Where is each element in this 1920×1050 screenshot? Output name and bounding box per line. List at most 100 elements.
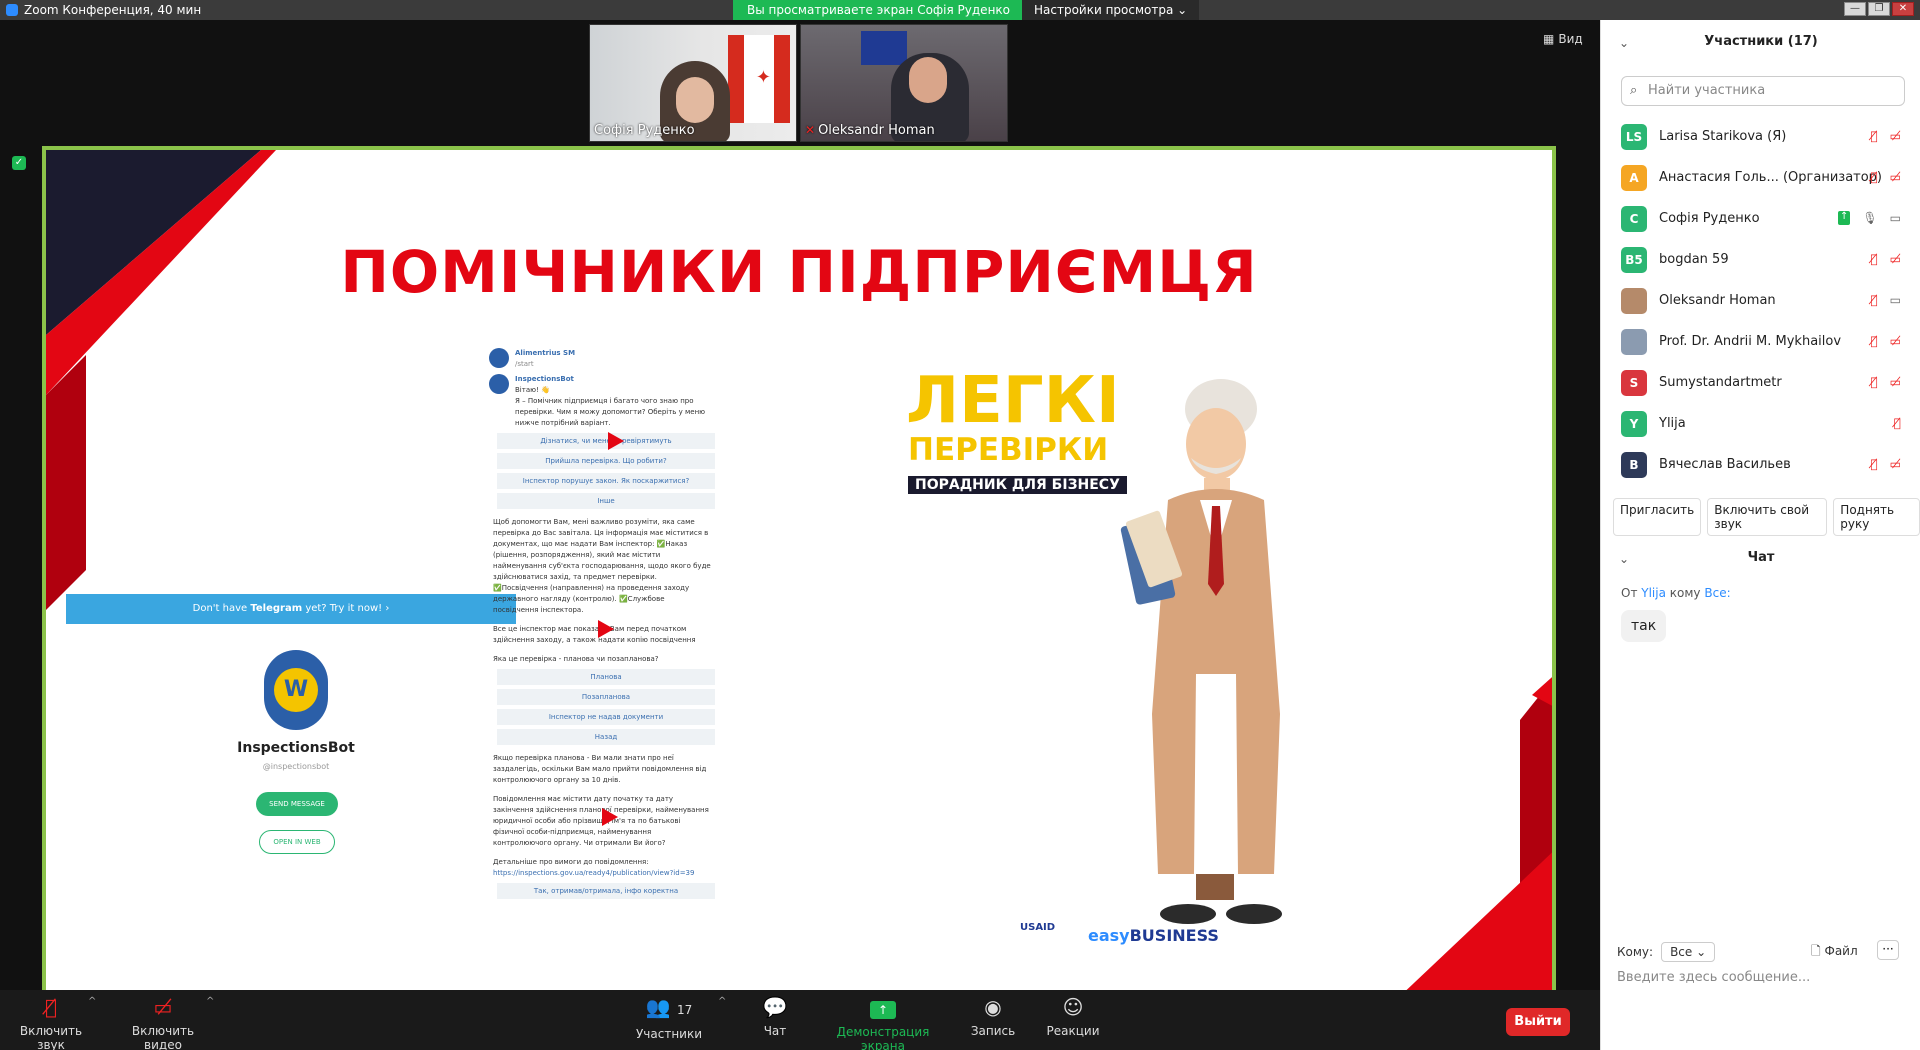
keyboard-button: Позапланова (497, 689, 715, 705)
meeting-area: ✦ Софія Руденко ✕ Oleksandr Homan ▦ Вид ✓ … (0, 20, 1600, 996)
participants-options-caret[interactable]: ^ (718, 996, 726, 1007)
red-arrow-icon (608, 432, 624, 450)
security-shield-icon[interactable]: ✓ (12, 156, 26, 170)
avatar: С (1621, 205, 1647, 232)
mic-off-icon: 🎙̸ (1893, 416, 1901, 430)
view-button[interactable]: ▦ Вид (1543, 32, 1583, 46)
unmute-self-button[interactable]: Включить свой звук (1707, 498, 1828, 536)
participants-icon: 👥 17 (645, 995, 693, 1019)
participant-status: 🎙̸ ▭̸ (1870, 375, 1901, 389)
avatar-photo (1621, 328, 1647, 355)
chat-button[interactable]: 💬 Чат (755, 996, 795, 1038)
more-options-button[interactable]: ··· (1877, 940, 1899, 960)
participant-status: 🎙̸ ▭̸ (1870, 334, 1901, 348)
participant-status: 🎙̸ ▭̸ (1870, 170, 1901, 184)
search-icon: ⌕ (1630, 83, 1638, 98)
bot-name: InspectionsBot (237, 740, 355, 756)
recipient-select[interactable]: Все ⌄ (1661, 942, 1716, 962)
speaker2-name: Oleksandr Homan (818, 123, 935, 138)
open-in-web-button: OPEN IN WEB (259, 830, 335, 854)
view-settings-button[interactable]: Настройки просмотра ⌄ (1022, 0, 1200, 20)
participant-status: 🎙̸ (1894, 416, 1901, 430)
participant-row[interactable]: В Вячеслав Васильев 🎙̸ ▭̸ (1601, 444, 1920, 485)
user-avatar (489, 348, 509, 368)
camera-off-icon: ▭̸ (1889, 252, 1901, 266)
share-screen-button[interactable]: ↑ Демонстрация экрана (818, 996, 948, 1050)
mic-muted-icon: ✕ (805, 123, 816, 137)
bot-avatar (489, 374, 509, 394)
participants-button[interactable]: 👥 17 Участники ^ (634, 995, 726, 1041)
question-text: Яка це перевірка - планова чи позапланов… (493, 655, 659, 663)
participant-row[interactable]: Prof. Dr. Andrii M. Mykhailov 🎙̸ ▭̸ (1601, 321, 1920, 362)
app-title: Zoom Конференция, 40 мин (6, 3, 201, 17)
mic-off-icon: 🎙̸ (1870, 170, 1878, 184)
reactions-button[interactable]: ☺ Реакции (1046, 996, 1100, 1038)
participant-status: 🎙̸ ▭ (1870, 293, 1901, 307)
close-button[interactable]: ✕ (1892, 2, 1914, 16)
mic-off-icon: 🎙̸ (1870, 457, 1878, 471)
participant-search-input[interactable]: ⌕ Найти участника (1621, 76, 1905, 106)
planned-paragraph: Якщо перевірка планова - Ви мали знати п… (493, 754, 707, 784)
speaker1-name: Софія Руденко (594, 123, 695, 138)
video-tile-speaker2[interactable]: ✕ Oleksandr Homan (800, 24, 1008, 142)
participant-row[interactable]: S Sumystandartmetr 🎙̸ ▭̸ (1601, 362, 1920, 403)
avatar: S (1621, 369, 1647, 396)
mic-on-icon: 🎙 (1862, 211, 1878, 225)
video-off-icon: ▭̸ (153, 995, 173, 1019)
mic-muted-icon: 🎙̸ (44, 995, 57, 1019)
send-message-button: SEND MESSAGE (256, 792, 338, 816)
share-screen-icon: ↑ (870, 1001, 896, 1019)
details-link: https://inspections.gov.ua/ready4/public… (493, 869, 695, 877)
invite-button[interactable]: Пригласить (1613, 498, 1702, 536)
mic-off-icon: 🎙̸ (1870, 129, 1878, 143)
participant-status: 🎙̸ ▭̸ (1870, 457, 1901, 471)
camera-off-icon: ▭̸ (1889, 375, 1901, 389)
unmute-button[interactable]: 🎙̸ Включить звук ^ (10, 995, 97, 1050)
maple-leaf-icon: ✦ (755, 67, 771, 88)
participants-chat-sidebar: ⌄ Участники (17) ⌕ Найти участника LS La… (1600, 20, 1920, 1050)
keyboard-button: Інспектор не надав документи (497, 709, 715, 725)
participant-list: LS Larisa Starikova (Я) 🎙̸ ▭̸ А Анастасия… (1601, 116, 1920, 485)
avatar: LS (1621, 123, 1647, 150)
raise-hand-button[interactable]: Поднять руку (1833, 498, 1920, 536)
participant-row[interactable]: С Софія Руденко ↑ 🎙 ▭ (1601, 198, 1920, 239)
participant-row[interactable]: B5 bogdan 59 🎙̸ ▭̸ (1601, 239, 1920, 280)
chat-sender[interactable]: Ylija (1641, 586, 1666, 600)
avatar: B5 (1621, 246, 1647, 273)
bot-handle: @inspectionsbot (262, 762, 330, 771)
participant-row[interactable]: А Анастасия Голь... (Организатор) 🎙̸ ▭̸ (1601, 157, 1920, 198)
keyboard-button: Інспектор порушує закон. Як поскаржитися… (497, 473, 715, 489)
bot-message: InspectionsBot Вітаю! 👋 Я – Помічник під… (489, 374, 743, 429)
details-text: Детальніше про вимоги до повідомлення: (493, 858, 649, 866)
inspector-illustration (1120, 379, 1282, 924)
avatar: Y (1621, 410, 1647, 437)
camera-off-icon: ▭̸ (1889, 129, 1901, 143)
participant-row[interactable]: Oleksandr Homan 🎙̸ ▭ (1601, 280, 1920, 321)
zoom-logo-icon (6, 4, 18, 16)
leave-button[interactable]: Выйти (1506, 1008, 1570, 1036)
telegram-banner[interactable]: Don't have Telegram yet? Try it now! › (66, 594, 516, 624)
grid-icon: ▦ (1543, 32, 1555, 46)
user-message: Alimentrius SM /start (489, 348, 743, 370)
audio-options-caret[interactable]: ^ (88, 996, 96, 1007)
participant-actions: Пригласить Включить свой звук Поднять ру… (1613, 498, 1920, 536)
avatar-photo (1621, 287, 1647, 314)
participant-row[interactable]: Y Ylija 🎙̸ (1601, 403, 1920, 444)
minimize-button[interactable]: — (1844, 2, 1866, 16)
chat-message-input[interactable]: Введите здесь сообщение... (1617, 970, 1810, 985)
participant-row[interactable]: LS Larisa Starikova (Я) 🎙̸ ▭̸ (1601, 116, 1920, 157)
video-options-caret[interactable]: ^ (206, 996, 214, 1007)
title-bar: Zoom Конференция, 40 мин Вы просматривае… (0, 0, 1920, 20)
maximize-button[interactable]: ❐ (1868, 2, 1890, 16)
keyboard-button: Планова (497, 669, 715, 685)
camera-icon: ▭ (1889, 293, 1901, 307)
camera-off-icon: ▭̸ (1889, 334, 1901, 348)
record-button[interactable]: ◉ Запись (968, 996, 1018, 1038)
inspectionsbot-logo (264, 650, 328, 730)
video-tile-speaker1[interactable]: ✦ Софія Руденко (589, 24, 797, 142)
file-button[interactable]: 🗋 Файл (1811, 942, 1858, 963)
start-video-button[interactable]: ▭̸ Включить видео ^ (114, 995, 215, 1050)
sharing-icon: ↑ (1838, 211, 1851, 225)
keyboard-button: Назад (497, 729, 715, 745)
keyboard-button: Інше (497, 493, 715, 509)
